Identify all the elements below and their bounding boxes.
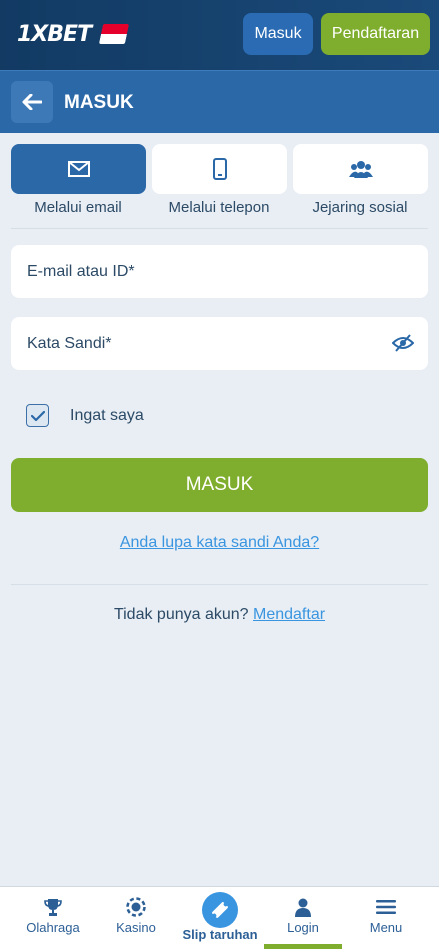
logo-text: 1XBET — [17, 21, 92, 47]
email-input[interactable] — [27, 262, 367, 281]
remember-label[interactable]: Ingat saya — [70, 407, 144, 425]
casino-chip-icon — [126, 897, 146, 917]
active-indicator — [264, 944, 342, 949]
back-button[interactable] — [11, 81, 53, 123]
top-header: 1XBET Masuk Pendaftaran — [0, 0, 439, 70]
password-field[interactable] — [11, 317, 428, 370]
brand-logo[interactable]: 1XBET — [17, 21, 130, 47]
no-account-text: Tidak punya akun? — [113, 606, 249, 623]
nav-casino-label: Kasino — [116, 920, 156, 935]
forgot-password-link[interactable]: Anda lupa kata sandi Anda? — [0, 534, 439, 552]
user-icon — [295, 898, 311, 917]
indonesia-flag-icon — [98, 24, 130, 44]
tab-phone[interactable] — [152, 144, 287, 194]
phone-icon — [212, 158, 227, 180]
tab-phone-label[interactable]: Melalui telepon — [149, 199, 289, 216]
register-link[interactable]: Mendaftar — [253, 606, 325, 623]
users-icon — [348, 161, 373, 178]
tab-email[interactable] — [11, 144, 146, 194]
page-title: MASUK — [64, 92, 134, 113]
nav-menu-label: Menu — [369, 920, 403, 935]
checkmark-icon — [30, 410, 45, 421]
tab-email-label[interactable]: Melalui email — [8, 199, 148, 216]
tab-social[interactable] — [293, 144, 428, 194]
email-field[interactable] — [11, 245, 428, 298]
trophy-icon — [44, 899, 62, 916]
nav-menu[interactable]: Menu — [346, 887, 426, 949]
ticket-icon — [212, 902, 228, 918]
nav-casino[interactable]: Kasino — [96, 887, 176, 949]
register-button[interactable]: Pendaftaran — [321, 13, 430, 55]
nav-sports[interactable]: Olahraga — [13, 887, 93, 949]
nav-betslip-label[interactable]: Slip taruhan — [170, 927, 270, 942]
hamburger-icon — [376, 900, 396, 914]
eye-off-icon[interactable] — [392, 333, 414, 353]
envelope-icon — [67, 161, 90, 177]
page-titlebar: MASUK — [0, 70, 439, 133]
login-button[interactable]: Masuk — [243, 13, 313, 55]
divider — [11, 584, 428, 585]
remember-checkbox[interactable] — [26, 404, 49, 427]
nav-sports-label: Olahraga — [26, 920, 80, 935]
nav-betslip[interactable] — [202, 892, 238, 928]
nav-login-label: Login — [287, 920, 319, 935]
submit-login-button[interactable]: MASUK — [11, 458, 428, 512]
bottom-navigation: Olahraga Kasino Slip taruhan Login Menu — [0, 886, 439, 950]
no-account-row: Tidak punya akun? Mendaftar — [0, 606, 439, 624]
nav-login[interactable]: Login — [263, 887, 343, 949]
arrow-left-icon — [22, 94, 42, 110]
password-input[interactable] — [27, 334, 367, 353]
tab-social-label[interactable]: Jejaring sosial — [290, 199, 430, 216]
divider — [11, 228, 428, 229]
